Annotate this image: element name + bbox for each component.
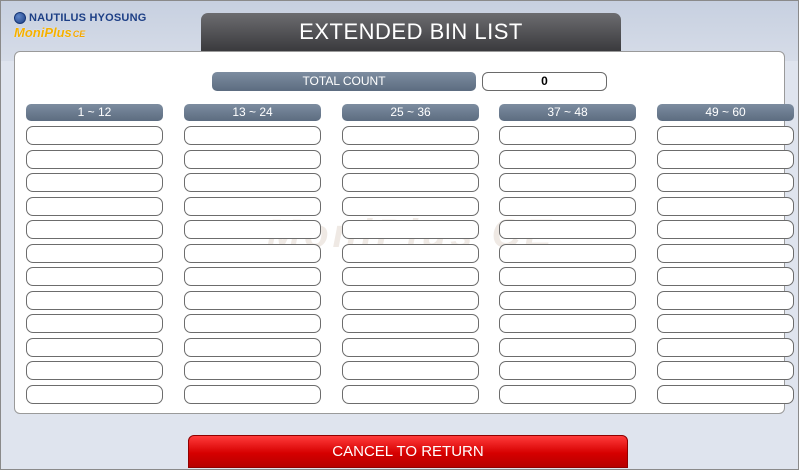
bin-slot <box>184 384 321 404</box>
bin-column-header: 13 ~ 24 <box>184 104 321 121</box>
bin-slot <box>26 196 163 216</box>
bin-slot <box>499 267 636 286</box>
brand-logo: NAUTILUS HYOSUNG MoniPlusCE <box>14 12 146 40</box>
bin-slot <box>499 361 636 380</box>
bin-column-2: 13 ~ 24 <box>184 104 321 408</box>
bin-column-5: 49 ~ 60 <box>657 104 794 408</box>
bin-slot <box>26 361 163 380</box>
bin-slot <box>657 361 794 380</box>
bin-slot <box>184 149 321 169</box>
bin-column-header: 49 ~ 60 <box>657 104 794 121</box>
bin-slot <box>657 220 794 239</box>
bin-slot <box>26 243 163 263</box>
bin-slot <box>342 314 479 333</box>
bin-slot <box>342 361 479 380</box>
bin-slot-list <box>657 126 794 404</box>
bin-slot <box>657 126 794 145</box>
cancel-button[interactable]: CANCEL TO RETURN <box>188 435 628 468</box>
bin-slot-list <box>499 126 636 404</box>
bin-column-3: 25 ~ 36 <box>342 104 479 408</box>
bin-slot <box>26 149 163 169</box>
bin-slot <box>499 173 636 192</box>
page-title: EXTENDED BIN LIST <box>201 13 621 51</box>
bin-column-1: 1 ~ 12 <box>26 104 163 408</box>
total-count-label: TOTAL COUNT <box>212 72 476 91</box>
bin-column-header: 1 ~ 12 <box>26 104 163 121</box>
bin-slot <box>657 384 794 404</box>
bin-slot <box>184 290 321 310</box>
bin-slot <box>342 267 479 286</box>
bin-slot <box>499 126 636 145</box>
bin-slot <box>184 337 321 357</box>
bin-slot <box>342 243 479 263</box>
bin-slot <box>499 196 636 216</box>
bin-slot <box>657 243 794 263</box>
bin-slot <box>26 220 163 239</box>
bin-slot <box>342 290 479 310</box>
bin-slot <box>657 196 794 216</box>
bin-slot-list <box>184 126 321 404</box>
bin-slot <box>657 337 794 357</box>
bin-slot <box>184 361 321 380</box>
total-count-value: 0 <box>482 72 607 91</box>
atm-screen: NAUTILUS HYOSUNG MoniPlusCE EXTENDED BIN… <box>0 0 799 470</box>
product-logo: MoniPlusCE <box>14 25 146 40</box>
bin-slot <box>499 243 636 263</box>
product-name: MoniPlus <box>14 25 72 40</box>
bin-slot <box>499 314 636 333</box>
bin-slot <box>342 384 479 404</box>
bin-slot <box>184 314 321 333</box>
bin-slot <box>657 149 794 169</box>
bin-slot <box>499 149 636 169</box>
bin-column-header: 37 ~ 48 <box>499 104 636 121</box>
bin-slot <box>342 149 479 169</box>
bin-slot <box>26 337 163 357</box>
bin-slot <box>184 243 321 263</box>
bin-slot <box>184 267 321 286</box>
bin-slot <box>499 220 636 239</box>
bin-slot <box>342 337 479 357</box>
bin-slot <box>26 384 163 404</box>
bin-slot-list <box>342 126 479 404</box>
bin-slot <box>657 290 794 310</box>
bin-slot <box>342 126 479 145</box>
bin-slot <box>184 220 321 239</box>
product-tag: CE <box>72 29 86 39</box>
bin-slot <box>499 337 636 357</box>
bin-column-4: 37 ~ 48 <box>499 104 636 408</box>
bin-slot <box>184 173 321 192</box>
bin-slot <box>184 126 321 145</box>
bin-slot <box>657 267 794 286</box>
bin-slot <box>657 314 794 333</box>
bin-slot <box>26 290 163 310</box>
bin-slot <box>499 290 636 310</box>
bin-slot <box>657 173 794 192</box>
globe-icon <box>14 12 26 24</box>
bin-slot <box>26 126 163 145</box>
bin-slot <box>499 384 636 404</box>
brand-company-name: NAUTILUS HYOSUNG <box>29 12 147 24</box>
bin-slot-list <box>26 126 163 404</box>
bin-slot <box>26 267 163 286</box>
bin-slot <box>184 196 321 216</box>
bin-slot <box>342 196 479 216</box>
bin-column-header: 25 ~ 36 <box>342 104 479 121</box>
bin-slot <box>342 173 479 192</box>
bin-slot <box>26 314 163 333</box>
bin-slot <box>342 220 479 239</box>
bin-slot <box>26 173 163 192</box>
